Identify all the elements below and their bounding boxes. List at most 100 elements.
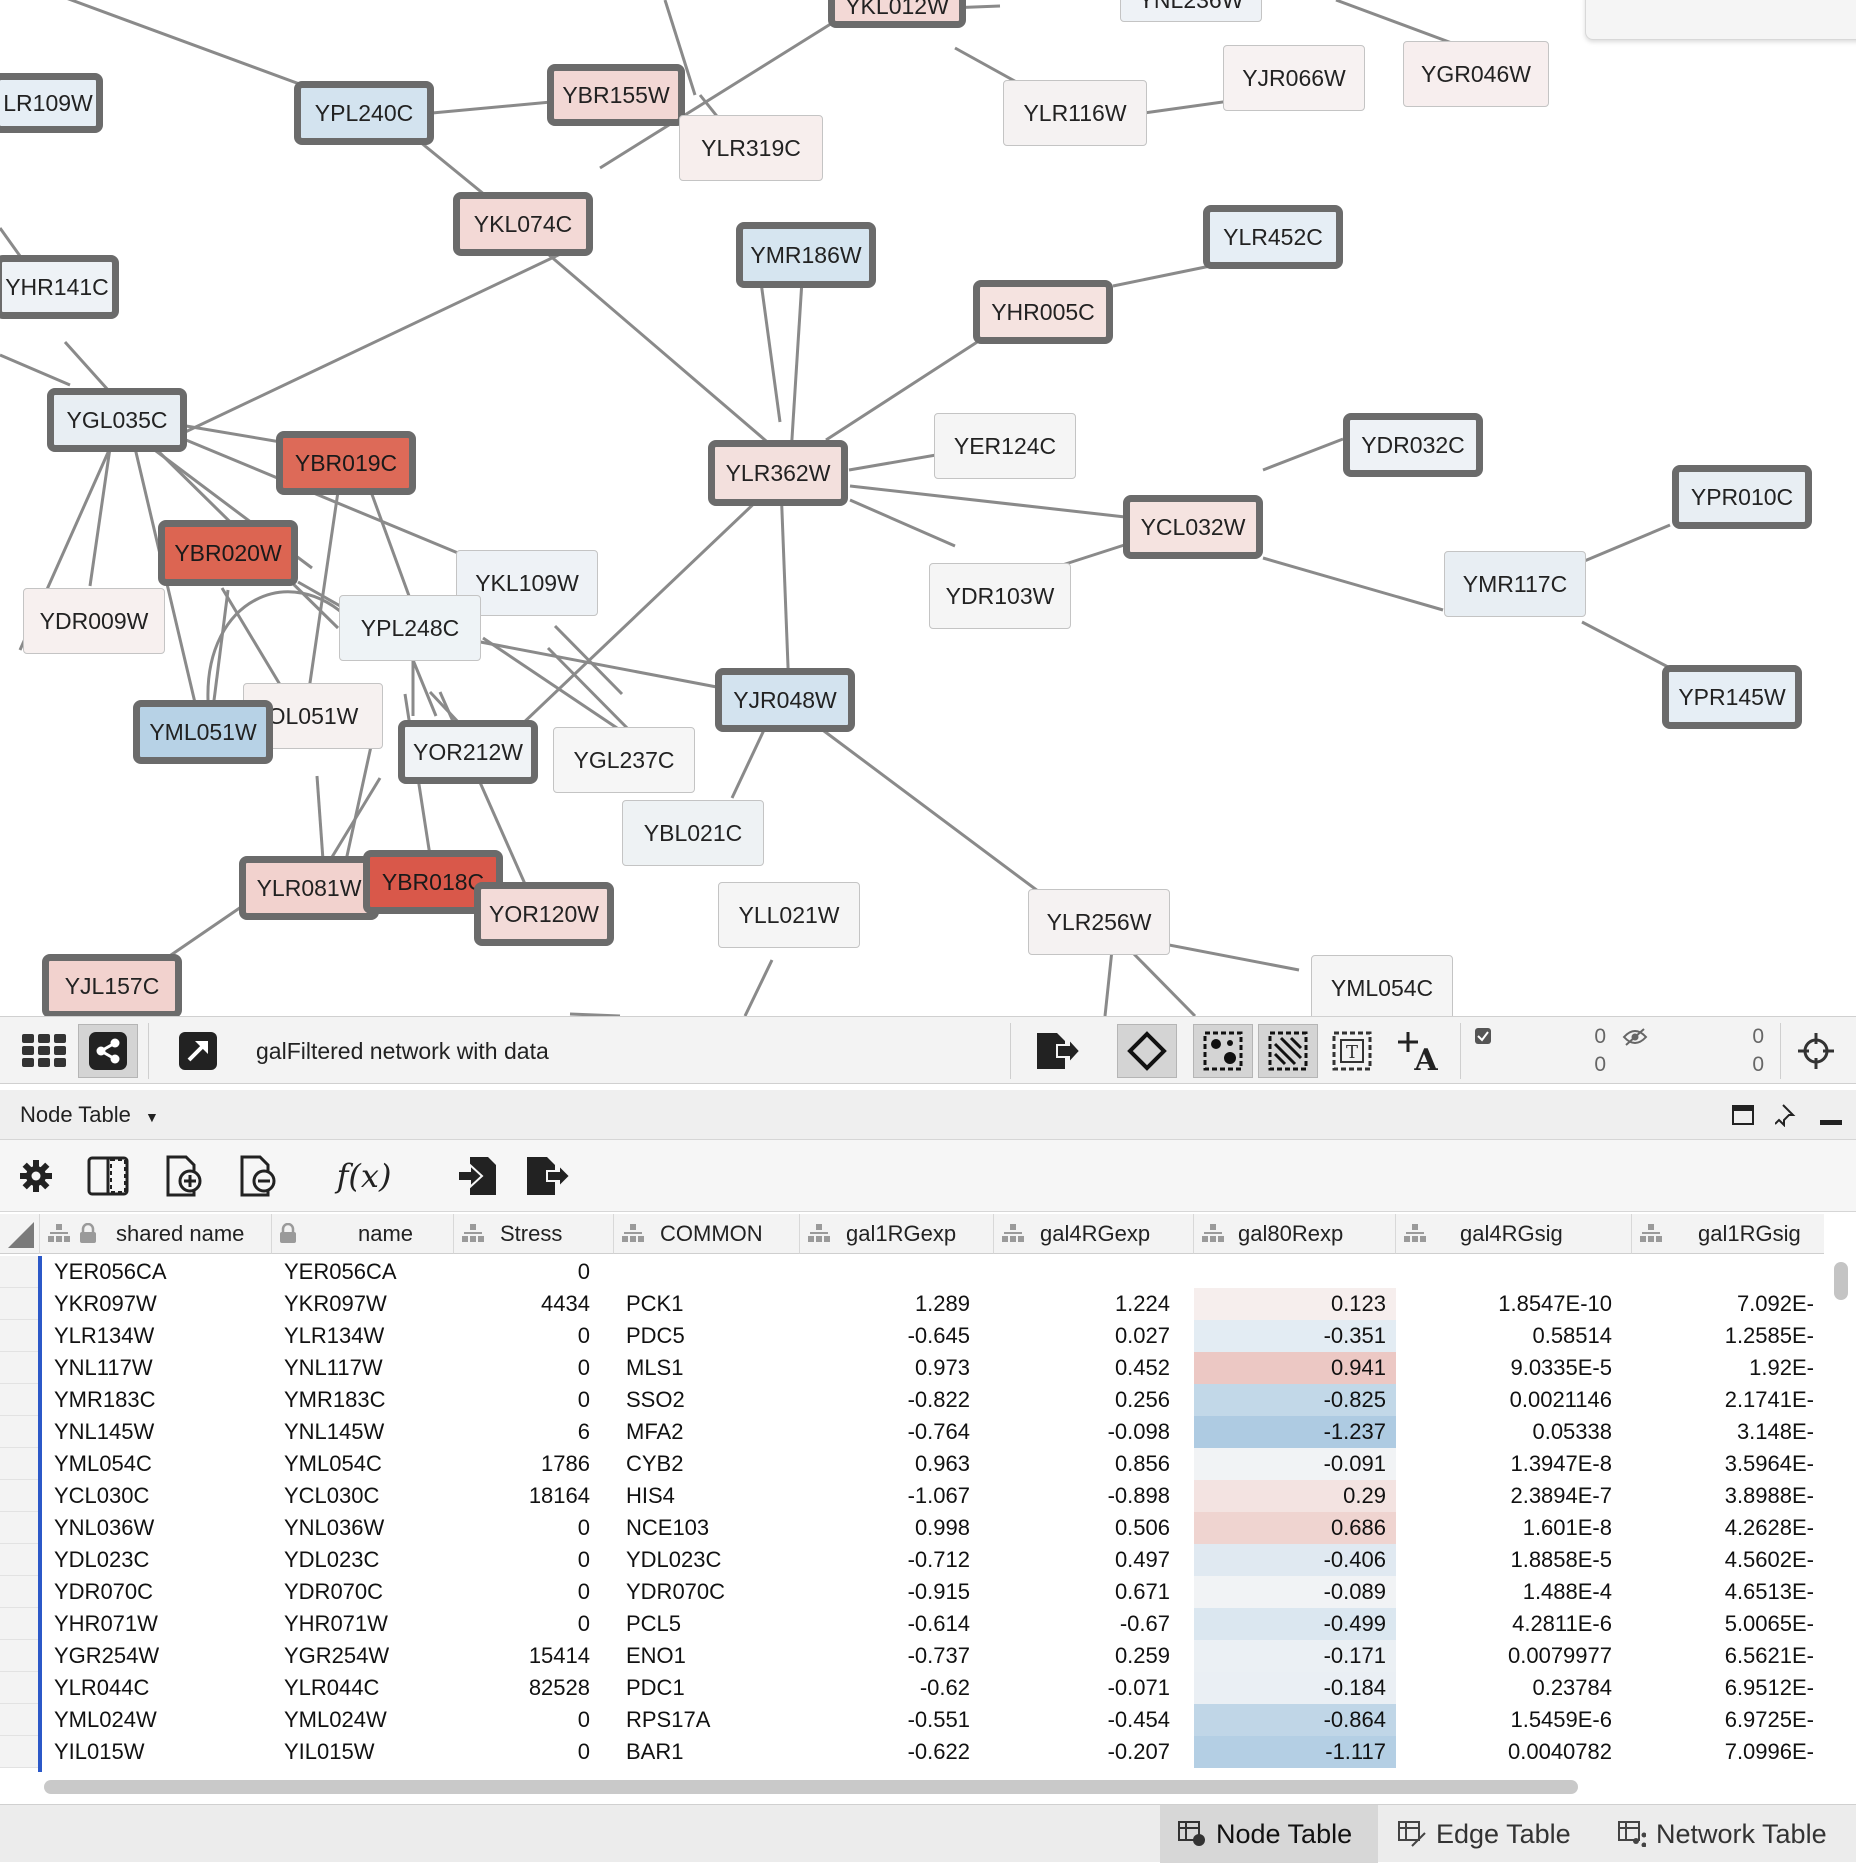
node-table-grid[interactable]: shared name name Stress COMMON gal1RGexp gal4… [0, 1214, 1824, 1772]
table-cell-gal4[interactable]: -0.098 [994, 1416, 1180, 1448]
column-header[interactable]: name [272, 1214, 454, 1254]
table-cell-name[interactable]: YCL030C [284, 1480, 454, 1512]
table-cell-name[interactable]: YER056CA [284, 1256, 454, 1288]
table-cell-shared-name[interactable]: YIL015W [54, 1736, 254, 1768]
table-cell-stress[interactable]: 0 [454, 1384, 600, 1416]
table-cell-name[interactable]: YKR097W [284, 1288, 454, 1320]
table-cell-gal1sig[interactable]: 1.92E- [1632, 1352, 1824, 1384]
network-node[interactable]: YBR019C [276, 431, 416, 495]
network-node[interactable]: YER124C [934, 413, 1076, 479]
network-node[interactable]: YHR141C [0, 255, 119, 319]
table-cell-common[interactable]: SSO2 [626, 1384, 796, 1416]
table-cell-gal4sig[interactable]: 0.0040782 [1396, 1736, 1622, 1768]
table-row[interactable]: YMR183C YMR183C 0 SSO2 -0.822 0.256 -0.825 0.00… [0, 1384, 1824, 1416]
table-cell-shared-name[interactable]: YER056CA [54, 1256, 254, 1288]
table-cell-common[interactable]: MFA2 [626, 1416, 796, 1448]
network-node[interactable]: YMR117C [1444, 551, 1586, 617]
row-header[interactable] [0, 1672, 38, 1704]
table-cell-gal4[interactable]: 0.027 [994, 1320, 1180, 1352]
network-node[interactable]: YGL237C [553, 727, 695, 793]
table-cell-common[interactable]: PDC5 [626, 1320, 796, 1352]
network-node[interactable]: YLR452C [1203, 205, 1343, 269]
table-cell-gal1sig[interactable]: 4.5602E- [1632, 1544, 1824, 1576]
import-table-icon[interactable] [452, 1150, 504, 1202]
table-cell-name[interactable]: YIL015W [284, 1736, 454, 1768]
network-node[interactable]: YMR186W [736, 222, 876, 288]
table-cell-gal4[interactable]: 0.452 [994, 1352, 1180, 1384]
table-cell-gal1sig[interactable]: 7.0996E- [1632, 1736, 1824, 1768]
network-edge[interactable] [0, 353, 71, 387]
table-cell-name[interactable]: YNL036W [284, 1512, 454, 1544]
table-cell-stress[interactable]: 0 [454, 1320, 600, 1352]
table-cell-shared-name[interactable]: YML054C [54, 1448, 254, 1480]
network-node[interactable]: YDR009W [23, 588, 165, 654]
network-node[interactable]: YOR212W [398, 720, 538, 784]
table-cell-gal4[interactable]: 0.671 [994, 1576, 1180, 1608]
table-cell-gal1[interactable]: -0.712 [800, 1544, 980, 1576]
network-edge[interactable] [743, 959, 774, 1016]
network-node[interactable]: YBR020W [158, 520, 298, 586]
fit-crosshair-icon[interactable] [1786, 1024, 1846, 1078]
network-node[interactable]: YPR010C [1672, 465, 1812, 529]
column-header[interactable]: Stress [454, 1214, 614, 1254]
row-header[interactable] [0, 1352, 38, 1384]
network-node[interactable]: YML051W [133, 700, 273, 764]
table-cell-gal4[interactable] [994, 1256, 1180, 1288]
table-cell-stress[interactable]: 0 [454, 1256, 600, 1288]
table-cell-gal1sig[interactable]: 2.1741E- [1632, 1384, 1824, 1416]
network-node[interactable]: YLR362W [708, 440, 848, 506]
table-cell-gal1[interactable]: -0.737 [800, 1640, 980, 1672]
table-cell-gal1sig[interactable]: 5.0065E- [1632, 1608, 1824, 1640]
table-cell-gal4[interactable]: -0.207 [994, 1736, 1180, 1768]
table-cell-gal1[interactable]: -1.067 [800, 1480, 980, 1512]
table-cell-gal4sig[interactable]: 0.23784 [1396, 1672, 1622, 1704]
table-row[interactable]: YML024W YML024W 0 RPS17A -0.551 -0.454 -0.864 1… [0, 1704, 1824, 1736]
table-cell-gal4sig[interactable]: 1.8858E-5 [1396, 1544, 1622, 1576]
tab-node-table[interactable]: Node Table [1160, 1805, 1378, 1863]
move-label-icon[interactable]: A [1388, 1024, 1448, 1078]
horizontal-scrollbar[interactable] [0, 1772, 1824, 1800]
table-cell-gal1sig[interactable]: 6.9725E- [1632, 1704, 1824, 1736]
table-cell-common[interactable]: HIS4 [626, 1480, 796, 1512]
table-cell-shared-name[interactable]: YCL030C [54, 1480, 254, 1512]
network-node[interactable]: LR109W [0, 73, 103, 133]
table-cell-stress[interactable]: 0 [454, 1736, 600, 1768]
network-node[interactable]: YGL035C [47, 388, 187, 452]
table-cell-common[interactable]: MLS1 [626, 1352, 796, 1384]
gear-icon[interactable] [10, 1150, 62, 1202]
row-header[interactable] [0, 1256, 38, 1288]
table-cell-gal4[interactable]: 0.259 [994, 1640, 1180, 1672]
column-header[interactable]: COMMON [614, 1214, 800, 1254]
network-node[interactable]: YNL236W [1120, 0, 1262, 22]
table-cell-name[interactable]: YDL023C [284, 1544, 454, 1576]
table-cell-name[interactable]: YNL117W [284, 1352, 454, 1384]
select-nodes-icon[interactable] [1193, 1024, 1253, 1078]
row-header[interactable] [0, 1544, 38, 1576]
table-cell-gal80[interactable]: 0.123 [1194, 1288, 1396, 1320]
table-cell-gal1[interactable]: -0.551 [800, 1704, 980, 1736]
table-cell-shared-name[interactable]: YDL023C [54, 1544, 254, 1576]
table-row[interactable]: YNL036W YNL036W 0 NCE103 0.998 0.506 0.686 1.60… [0, 1512, 1824, 1544]
network-node[interactable]: YOR120W [474, 882, 614, 946]
table-row[interactable]: YCL030C YCL030C 18164 HIS4 -1.067 -0.898 0.29 2… [0, 1480, 1824, 1512]
table-cell-gal1sig[interactable]: 3.8988E- [1632, 1480, 1824, 1512]
network-edge[interactable] [180, 237, 593, 436]
network-node[interactable]: YDR103W [929, 563, 1071, 629]
table-cell-gal4sig[interactable]: 0.0079977 [1396, 1640, 1622, 1672]
row-header[interactable] [0, 1608, 38, 1640]
table-cell-common[interactable] [626, 1256, 796, 1288]
column-header[interactable]: gal1RGexp [800, 1214, 994, 1254]
network-node[interactable]: YCL032W [1123, 495, 1263, 559]
network-edge[interactable] [819, 726, 1051, 902]
row-header[interactable] [0, 1480, 38, 1512]
network-node[interactable]: YGR046W [1403, 41, 1549, 107]
table-cell-name[interactable]: YML024W [284, 1704, 454, 1736]
table-cell-gal1[interactable] [800, 1256, 980, 1288]
network-node[interactable]: YJR048W [715, 668, 855, 732]
table-cell-gal1sig[interactable]: 3.5964E- [1632, 1448, 1824, 1480]
float-window-icon[interactable] [1732, 1105, 1754, 1130]
table-cell-shared-name[interactable]: YML024W [54, 1704, 254, 1736]
row-header[interactable] [0, 1384, 38, 1416]
table-cell-shared-name[interactable]: YGR254W [54, 1640, 254, 1672]
table-cell-gal1[interactable]: -0.764 [800, 1416, 980, 1448]
